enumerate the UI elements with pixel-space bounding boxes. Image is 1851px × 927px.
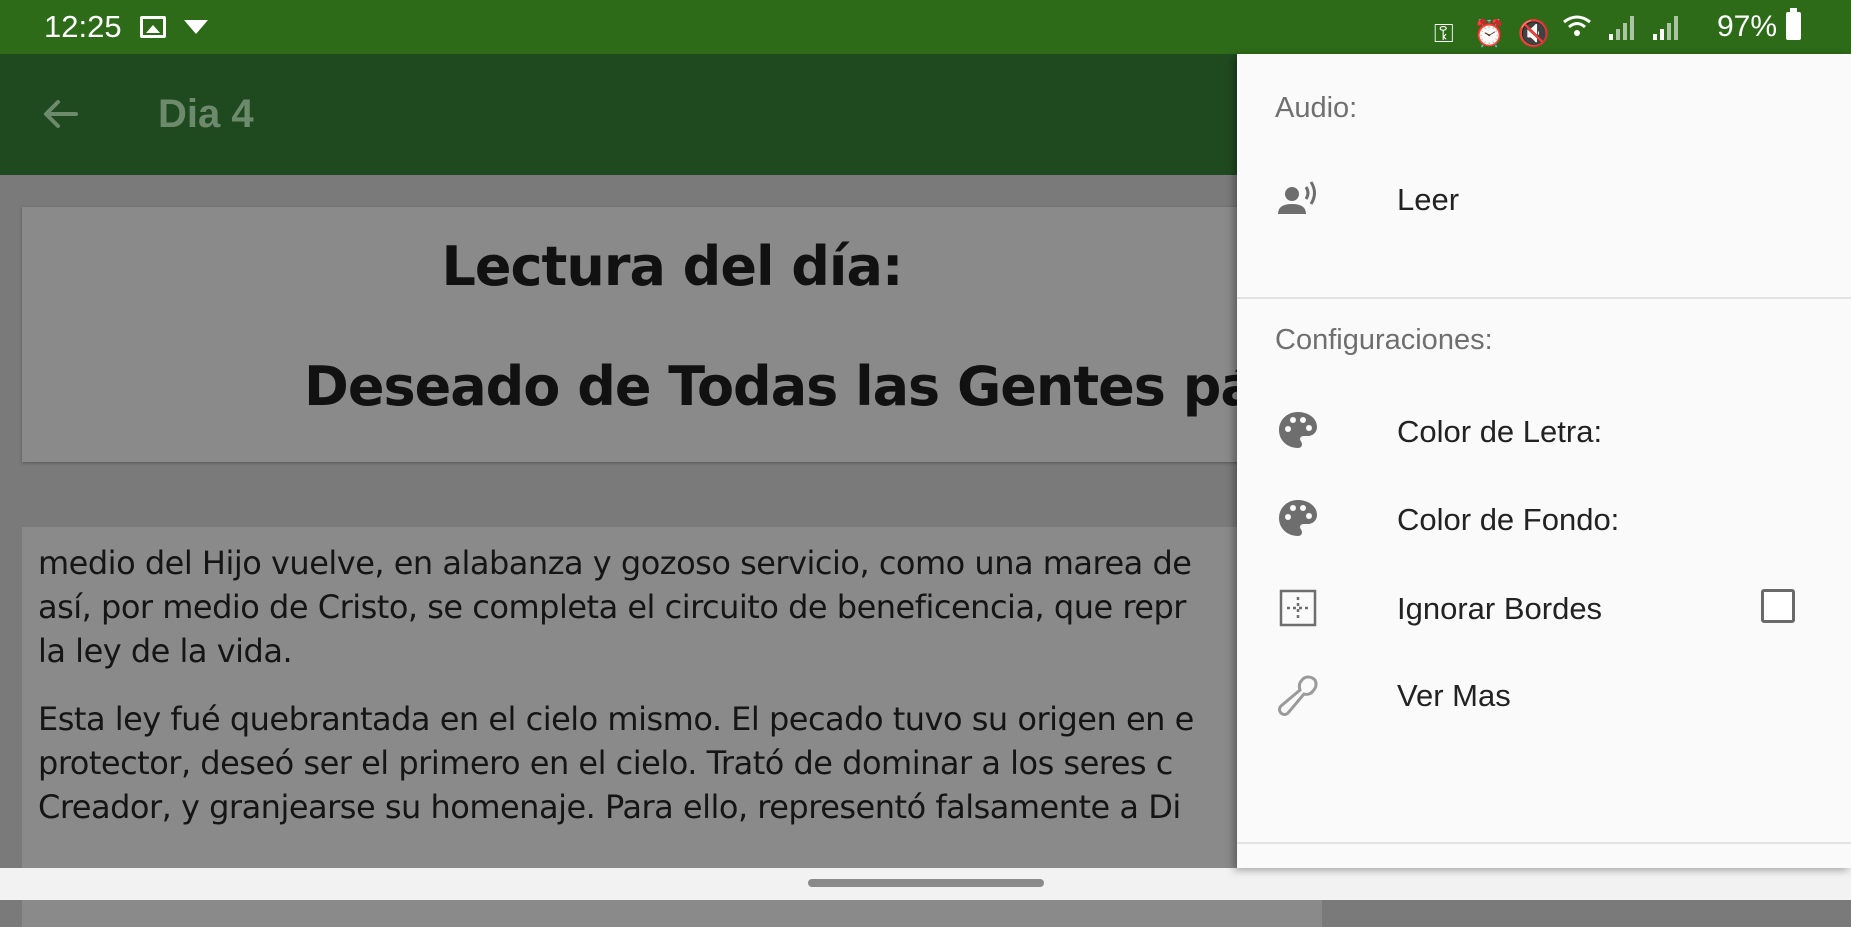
text-line: Creador, y granjearse su homenaje. Para … xyxy=(38,788,1181,826)
menu-item-leer[interactable]: Leer xyxy=(1237,154,1851,244)
wifi-icon xyxy=(1562,12,1592,42)
battery-percent: 97% xyxy=(1716,10,1777,43)
text-color-label: Color de Letra: xyxy=(1397,414,1603,449)
menu-divider xyxy=(1237,842,1851,844)
paragraph-2: Esta ley fué quebrantada en el cielo mis… xyxy=(38,697,1438,829)
options-menu: Audio: Leer Configuraciones: Color de Le… xyxy=(1237,54,1851,868)
bg-color-label: Color de Fondo: xyxy=(1397,502,1620,537)
text-line: protector, deseó ser el primero en el ci… xyxy=(38,744,1173,782)
leer-label: Leer xyxy=(1397,182,1460,217)
back-arrow-icon[interactable] xyxy=(40,94,80,134)
key-icon: ⚿ xyxy=(1433,18,1454,48)
menu-item-bg-color[interactable]: Color de Fondo: xyxy=(1237,474,1851,564)
ignore-borders-label: Ignorar Bordes xyxy=(1397,591,1603,626)
config-header: Configuraciones: xyxy=(1275,324,1493,356)
reading-title: Lectura del día: xyxy=(441,235,904,298)
app-title: Dia 4 xyxy=(158,92,254,136)
audio-header: Audio: xyxy=(1275,92,1358,124)
record-voice-icon xyxy=(1278,181,1316,214)
download-icon xyxy=(184,20,208,34)
see-more-label: Ver Mas xyxy=(1397,678,1511,713)
battery-icon xyxy=(1786,8,1801,40)
reading-subtitle: Deseado de Todas las Gentes pág xyxy=(304,355,1294,418)
status-bar: 12:25 ⚿ ⏰ 🔇 97% xyxy=(0,0,1851,54)
text-line: la ley de la vida. xyxy=(38,632,293,670)
palette-icon xyxy=(1279,412,1317,448)
mute-icon: 🔇 xyxy=(1517,18,1551,48)
reading-text-card: medio del Hijo vuelve, en alabanza y goz… xyxy=(22,527,1322,927)
image-icon xyxy=(140,16,166,38)
menu-item-see-more[interactable]: Ver Mas xyxy=(1237,650,1851,740)
palette-icon xyxy=(1279,500,1317,536)
menu-divider xyxy=(1237,297,1851,299)
status-time: 12:25 xyxy=(44,9,122,44)
menu-item-text-color[interactable]: Color de Letra: xyxy=(1237,386,1851,476)
menu-item-ignore-borders[interactable]: Ignorar Bordes xyxy=(1237,563,1851,653)
text-line: Esta ley fué quebrantada en el cielo mis… xyxy=(38,700,1194,738)
navigation-bar xyxy=(0,868,1851,900)
text-line: así, por medio de Cristo, se completa el… xyxy=(38,588,1186,626)
status-icons: ⚿ ⏰ 🔇 xyxy=(1419,12,1681,48)
text-line: medio del Hijo vuelve, en alabanza y goz… xyxy=(38,544,1192,582)
signal-icon xyxy=(1607,12,1637,42)
alarm-icon: ⏰ xyxy=(1473,18,1506,48)
signal-icon xyxy=(1651,12,1681,42)
ignore-borders-checkbox[interactable] xyxy=(1761,589,1795,623)
title-card: Lectura del día: Deseado de Todas las Ge… xyxy=(22,207,1322,462)
paragraph-1: medio del Hijo vuelve, en alabanza y goz… xyxy=(38,541,1438,673)
gesture-handle[interactable] xyxy=(808,879,1044,887)
border-clear-icon xyxy=(1279,589,1317,627)
wrench-icon xyxy=(1278,675,1318,716)
